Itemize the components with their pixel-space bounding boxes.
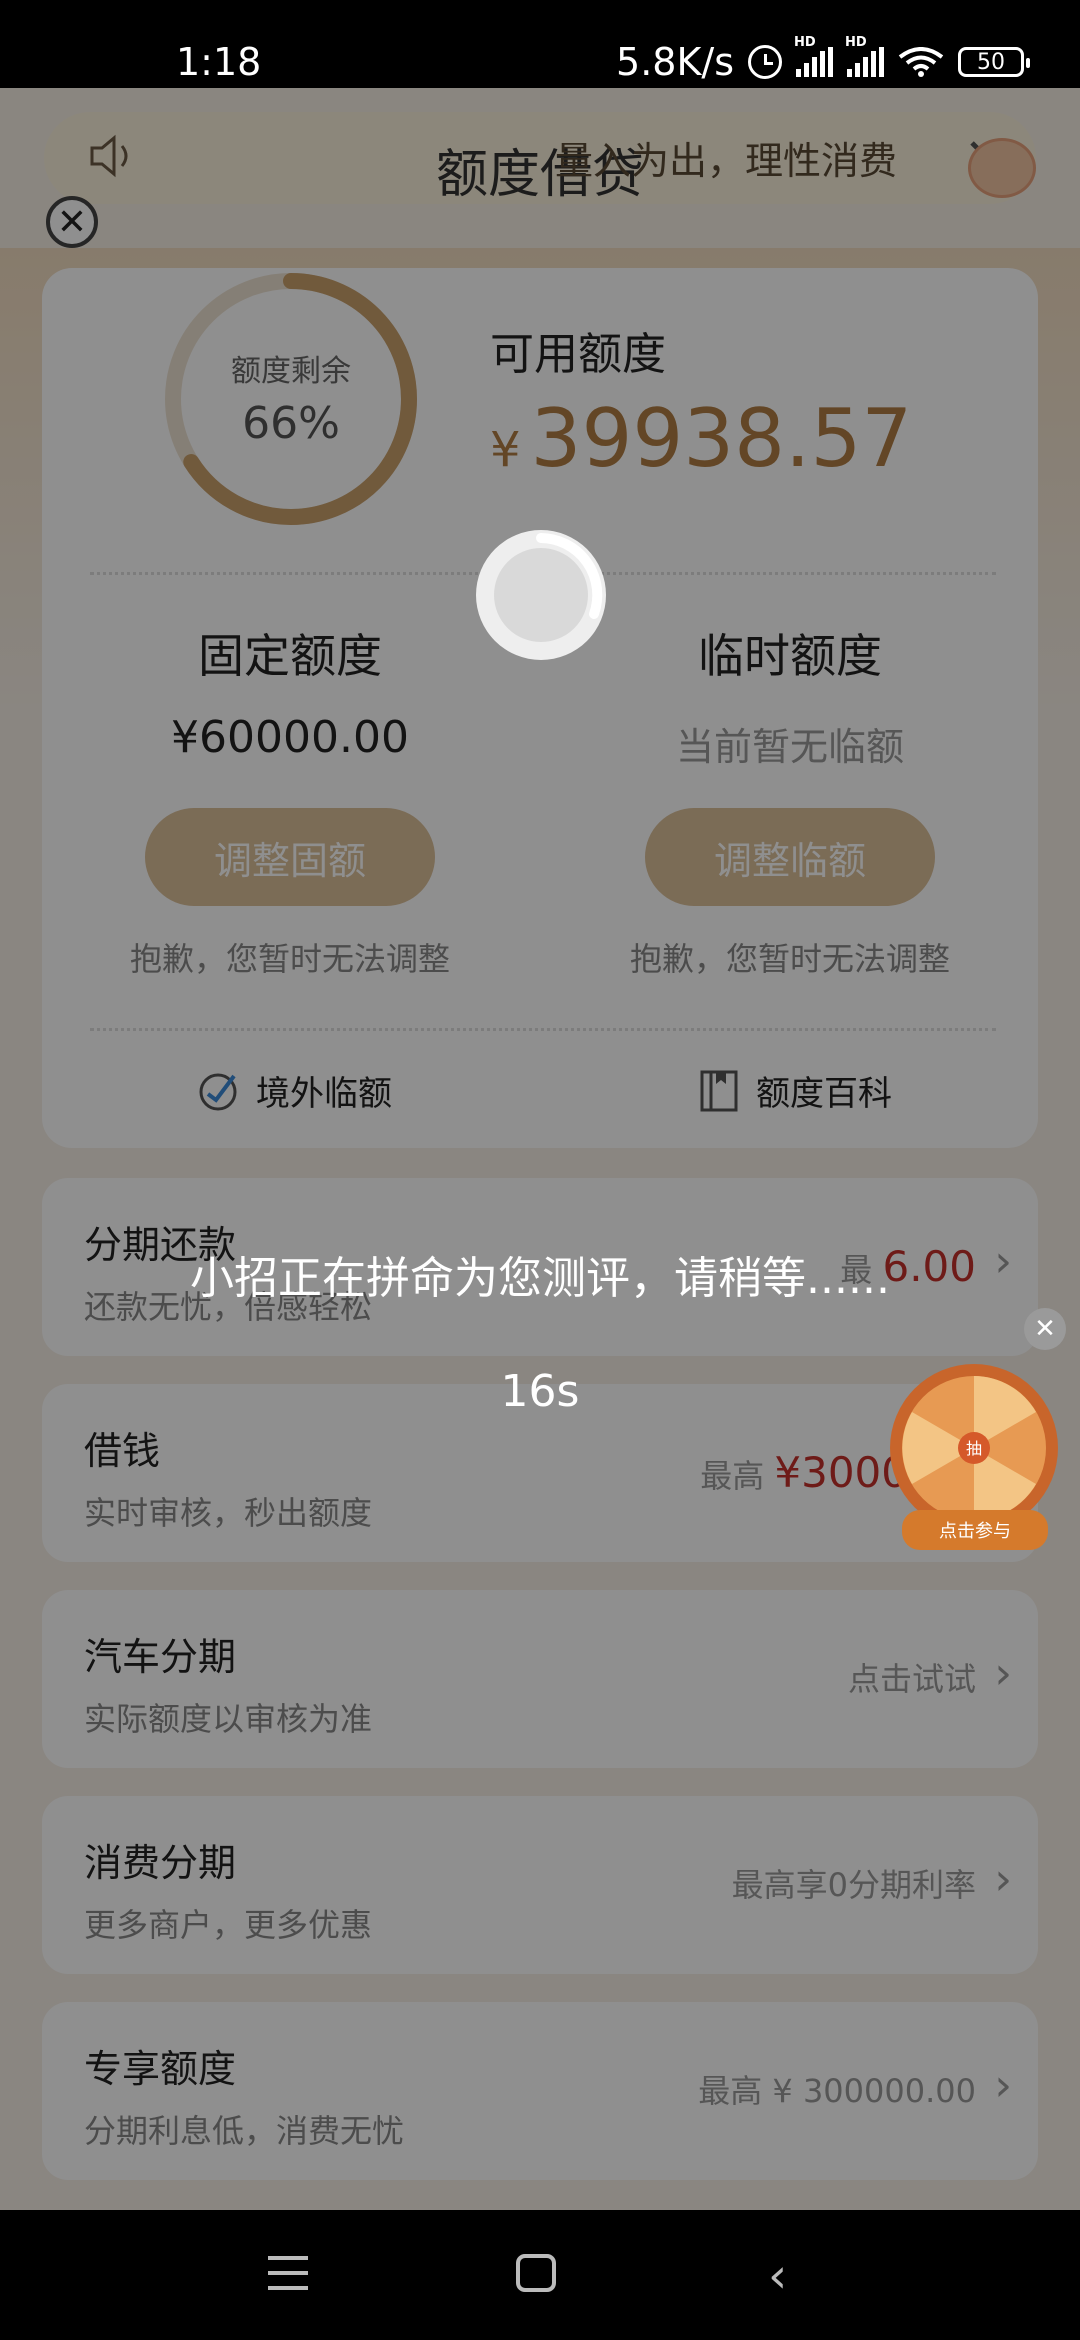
battery-icon: 50 xyxy=(958,47,1030,77)
signal-icon-2: HD xyxy=(845,35,884,77)
status-time: 1:18 xyxy=(176,40,262,84)
back-icon[interactable]: ‹ xyxy=(768,2248,787,2304)
status-icons: 5.8K/s HD HD 50 xyxy=(616,35,1030,84)
lottery-wheel[interactable]: 抽 xyxy=(888,1362,1060,1534)
home-icon[interactable] xyxy=(516,2254,556,2292)
signal-icon: HD xyxy=(794,35,833,77)
network-speed: 5.8K/s xyxy=(616,40,734,84)
status-bar: 1:18 5.8K/s HD HD 50 xyxy=(0,0,1080,88)
alarm-icon xyxy=(748,45,782,79)
loading-overlay xyxy=(0,88,1080,2210)
menu-icon[interactable] xyxy=(268,2256,308,2290)
wheel-center: 抽 xyxy=(966,1439,982,1458)
wifi-icon xyxy=(898,47,944,77)
spinner-arc-icon xyxy=(536,533,603,619)
loading-spinner xyxy=(476,530,606,660)
wheel-close-icon[interactable]: ✕ xyxy=(1024,1308,1066,1350)
loading-text: 小招正在拼命为您测评，请稍等...... xyxy=(190,1253,890,1304)
wheel-join-label[interactable]: 点击参与 xyxy=(902,1510,1048,1550)
